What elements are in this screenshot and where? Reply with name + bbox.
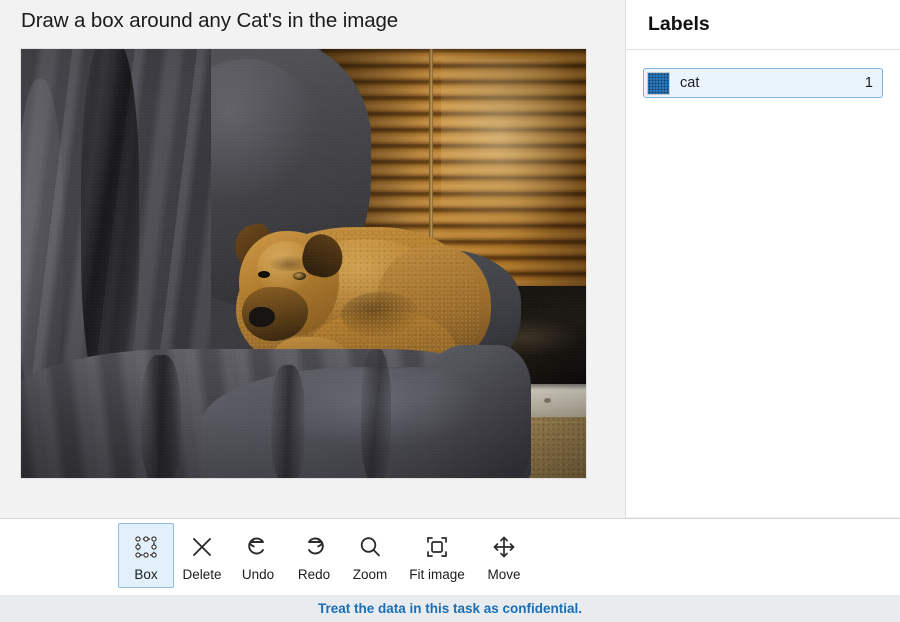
photo-of-dog-on-blanket	[21, 49, 586, 478]
labels-panel-title: Labels	[648, 13, 710, 35]
blanket-deep-fold	[81, 49, 139, 399]
footer-bar: Treat the data in this task as confident…	[0, 595, 900, 622]
dog-brow	[267, 255, 311, 271]
blanket-fold-b	[271, 365, 305, 478]
image-work-area: Draw a box around any Cat's in the image	[0, 0, 624, 517]
annotation-image-canvas[interactable]	[21, 49, 586, 478]
tool-label-redo: Redo	[297, 567, 331, 582]
label-list-item-cat[interactable]: cat 1	[643, 68, 883, 98]
undo-icon	[244, 530, 272, 564]
tool-buttons-group: Box Delete Undo Redo Zoom Fit image Move	[118, 523, 532, 588]
zoom-icon	[356, 530, 384, 564]
blanket-fold-c	[361, 349, 391, 478]
redo-icon	[300, 530, 328, 564]
annotation-tool-window: Draw a box around any Cat's in the image	[0, 0, 900, 622]
tool-label-box: Box	[134, 567, 158, 582]
tool-button-redo[interactable]: Redo	[286, 523, 342, 588]
tool-label-zoom: Zoom	[352, 567, 388, 582]
label-color-swatch-icon	[647, 71, 670, 95]
dog-left-eye	[258, 271, 270, 278]
tool-label-move: Move	[487, 567, 521, 582]
labels-panel-header: Labels	[626, 0, 900, 50]
labels-list: cat 1	[626, 50, 900, 98]
tool-toolbar: Box Delete Undo Redo Zoom Fit image Move	[0, 518, 900, 595]
dog-right-eye	[293, 272, 306, 280]
tool-button-move[interactable]: Move	[476, 523, 532, 588]
box-icon	[132, 530, 160, 564]
blinds-sunlight	[441, 59, 586, 249]
tool-label-undo: Undo	[241, 567, 275, 582]
tool-button-delete[interactable]: Delete	[174, 523, 230, 588]
labels-panel: Labels cat 1	[625, 0, 900, 517]
blanket-highlight	[21, 79, 64, 409]
move-icon	[490, 530, 518, 564]
confidentiality-notice: Treat the data in this task as confident…	[317, 601, 583, 616]
tool-label-delete: Delete	[182, 567, 222, 582]
windowsill-detail	[544, 398, 551, 403]
tool-button-zoom[interactable]: Zoom	[342, 523, 398, 588]
tool-button-undo[interactable]: Undo	[230, 523, 286, 588]
label-name: cat	[680, 75, 700, 91]
task-instruction-title: Draw a box around any Cat's in the image	[21, 9, 399, 32]
tool-label-fit-image: Fit image	[409, 567, 465, 582]
delete-icon	[188, 530, 216, 564]
blanket-fold-a	[141, 355, 181, 478]
tool-button-fit-image[interactable]: Fit image	[398, 523, 476, 588]
label-count-badge: 1	[864, 75, 873, 91]
fit-image-icon	[423, 530, 451, 564]
tool-button-box[interactable]: Box	[118, 523, 174, 588]
